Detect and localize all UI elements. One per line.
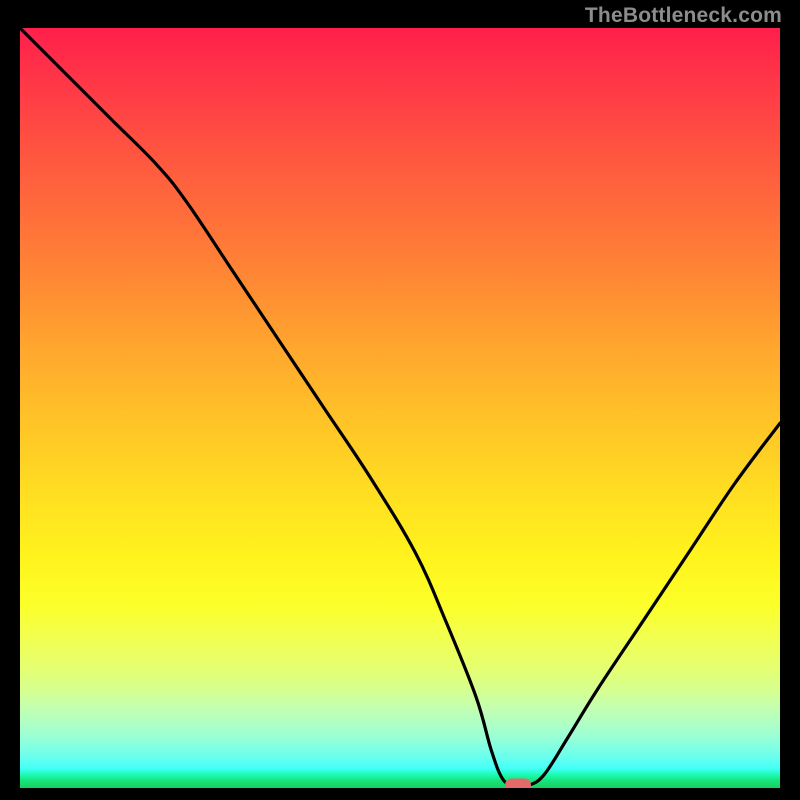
bottleneck-curve bbox=[20, 28, 780, 788]
chart-frame: TheBottleneck.com bbox=[0, 0, 800, 800]
optimal-point-marker bbox=[505, 779, 531, 788]
plot-area bbox=[20, 28, 780, 788]
watermark-text: TheBottleneck.com bbox=[585, 4, 782, 28]
